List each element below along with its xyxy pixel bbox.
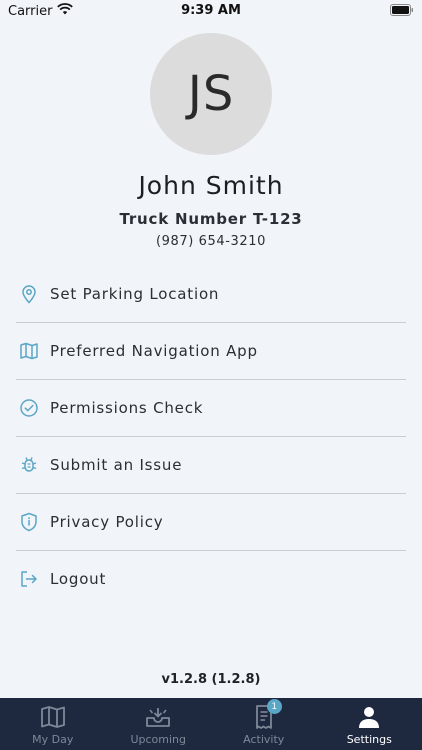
- menu-item-set-parking-location[interactable]: Set Parking Location: [16, 266, 406, 323]
- avatar: JS: [150, 33, 272, 155]
- activity-badge: 1: [266, 699, 282, 714]
- receipt-icon: 1: [250, 699, 282, 731]
- tab-activity[interactable]: 1 Activity: [211, 698, 317, 750]
- tab-label: Upcoming: [130, 733, 187, 746]
- avatar-initials: JS: [187, 66, 235, 122]
- menu-item-label: Logout: [50, 570, 107, 588]
- menu-item-preferred-navigation-app[interactable]: Preferred Navigation App: [16, 323, 406, 380]
- driver-name: John Smith: [138, 171, 284, 200]
- menu-item-permissions-check[interactable]: Permissions Check: [16, 380, 406, 437]
- tab-settings[interactable]: Settings: [317, 698, 422, 750]
- check-circle-icon: [18, 397, 40, 419]
- menu-item-logout[interactable]: Logout: [16, 551, 406, 607]
- menu-item-label: Submit an Issue: [50, 456, 183, 474]
- menu-item-privacy-policy[interactable]: Privacy Policy: [16, 494, 406, 551]
- menu-item-label: Set Parking Location: [50, 285, 220, 303]
- truck-number: Truck Number T-123: [119, 210, 303, 228]
- person-icon: [355, 703, 383, 731]
- settings-menu: Set Parking Location Preferred Navigatio…: [16, 266, 406, 607]
- clock-time: 9:39 AM: [181, 3, 241, 18]
- tab-my-day[interactable]: My Day: [0, 698, 106, 750]
- tab-label: My Day: [32, 733, 74, 746]
- menu-item-submit-an-issue[interactable]: Submit an Issue: [16, 437, 406, 494]
- logout-icon: [18, 568, 40, 590]
- location-pin-icon: [18, 283, 40, 305]
- status-bar: Carrier 9:39 AM: [0, 0, 422, 22]
- tab-label: Activity: [243, 733, 285, 746]
- app-version: v1.2.8 (1.2.8): [161, 672, 261, 687]
- phone-number: (987) 654-3210: [155, 234, 267, 249]
- profile-header: JS John Smith Truck Number T-123 (987) 6…: [0, 33, 422, 249]
- tab-bar: My Day Upcoming 1 Activity Settings: [0, 698, 422, 750]
- menu-item-label: Privacy Policy: [50, 513, 164, 531]
- tab-upcoming[interactable]: Upcoming: [106, 698, 212, 750]
- tab-label: Settings: [346, 733, 392, 746]
- shield-icon: [18, 511, 40, 533]
- menu-item-label: Permissions Check: [50, 399, 204, 417]
- map-icon: [39, 703, 67, 731]
- menu-item-label: Preferred Navigation App: [50, 342, 258, 360]
- battery-icon: [390, 4, 414, 20]
- map-icon: [18, 340, 40, 362]
- inbox-icon: [144, 703, 172, 731]
- bug-icon: [18, 454, 40, 476]
